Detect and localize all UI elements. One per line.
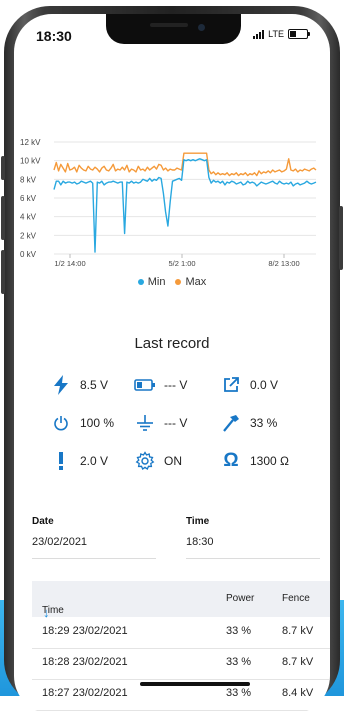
lightning-icon <box>50 374 72 396</box>
legend-item-max[interactable]: Max <box>175 276 206 288</box>
status-indicators: LTE <box>253 29 310 39</box>
camera <box>198 24 205 31</box>
row-power: 33 % <box>226 656 252 668</box>
stat-ground: --- V <box>134 412 187 434</box>
row-time: 18:28 23/02/2021 <box>42 656 128 668</box>
omega-icon: Ω <box>223 450 239 471</box>
stat-output-value: 0.0 V <box>250 378 279 392</box>
row-fence: 8.7 kV <box>282 625 314 637</box>
y-tick-label: 12 kV <box>20 138 41 147</box>
date-field[interactable]: 23/02/2021 <box>32 536 87 548</box>
stat-battery: --- V <box>134 374 187 396</box>
legend-min-dot <box>137 279 144 286</box>
stat-battery-value: --- V <box>164 378 188 392</box>
stat-fence-percent: 33 % <box>220 412 277 434</box>
y-tick-label: 8 kV <box>20 175 37 184</box>
battery-status-icon <box>288 29 310 39</box>
stat-power: 100 % <box>50 412 114 434</box>
stat-alarm-value: 2.0 V <box>80 454 109 468</box>
last-record-title: Last record <box>134 335 210 352</box>
exclamation-icon <box>50 450 72 472</box>
stat-fence-percent-value: 33 % <box>250 416 278 430</box>
stat-voltage: 8.5 V <box>50 374 108 396</box>
stat-settings: ON <box>134 450 182 472</box>
volume-down-button <box>1 250 5 294</box>
time-field[interactable]: 18:30 <box>186 536 214 548</box>
x-tick-label: 1/2 14:00 <box>54 259 85 268</box>
row-power: 33 % <box>226 687 252 699</box>
external-arrow-icon <box>220 374 242 396</box>
series-line-min <box>53 158 317 253</box>
x-tick-label: 8/2 13:00 <box>268 259 299 268</box>
network-label: LTE <box>268 29 284 39</box>
speaker <box>150 23 188 27</box>
x-tick-label: 5/2 1:00 <box>168 259 195 268</box>
row-fence: 8.7 kV <box>282 656 314 668</box>
side-button <box>339 206 343 270</box>
y-tick-label: 0 kV <box>20 250 37 259</box>
table-row[interactable]: 18:29 23/02/2021 33 % 8.7 kV <box>32 617 330 649</box>
row-fence: 8.4 kV <box>282 687 314 699</box>
legend-min-label: Min <box>147 276 166 288</box>
time-label: Time <box>186 516 210 527</box>
volume-up-button <box>1 196 5 240</box>
date-underline <box>32 558 156 559</box>
legend-max-dot <box>175 279 182 286</box>
status-time: 18:30 <box>36 28 72 44</box>
table-header: Time ↓ Power Fence <box>32 581 330 620</box>
notch <box>106 14 241 44</box>
mute-switch <box>1 156 5 180</box>
date-label: Date <box>32 516 54 527</box>
voltage-chart: 12 kV 10 kV 8 kV 6 kV 4 kV 2 kV 0 kV 1/2 14:00 5… <box>20 138 317 268</box>
stat-ground-value: --- V <box>164 416 188 430</box>
stat-power-value: 100 % <box>80 416 115 430</box>
phone-screen: 18:30 LTE 12 kV 10 kV 8 kV 6 kV 4 kV 2 kV 0 kV… <box>14 14 330 714</box>
y-tick-label: 4 kV <box>20 213 37 222</box>
stat-alarm: 2.0 V <box>50 450 108 472</box>
battery-icon <box>134 374 156 396</box>
y-tick-label: 10 kV <box>20 157 41 166</box>
y-tick-label: 2 kV <box>20 231 37 240</box>
stat-voltage-value: 8.5 V <box>80 378 109 392</box>
stat-resistance: Ω 1300 Ω <box>220 450 289 472</box>
chart-legend[interactable]: Min Max <box>14 276 330 288</box>
home-indicator[interactable] <box>140 682 250 686</box>
stat-output: 0.0 V <box>220 374 278 396</box>
column-fence-header[interactable]: Fence <box>282 593 310 604</box>
row-time: 18:27 23/02/2021 <box>42 687 128 699</box>
table-row[interactable]: 18:28 23/02/2021 33 % 8.7 kV <box>32 648 330 680</box>
stat-settings-value: ON <box>164 454 182 468</box>
row-power: 33 % <box>226 625 252 637</box>
legend-item-min[interactable]: Min <box>137 276 166 288</box>
legend-max-label: Max <box>185 276 207 288</box>
column-power-header[interactable]: Power <box>226 593 254 604</box>
stat-resistance-value: 1300 Ω <box>250 454 289 468</box>
signal-icon <box>253 29 265 39</box>
y-tick-label: 6 kV <box>20 194 37 203</box>
hammer-icon <box>220 412 242 434</box>
time-underline <box>186 558 320 559</box>
series-line-max <box>53 152 317 177</box>
gear-icon <box>134 450 156 472</box>
ground-icon <box>134 412 156 434</box>
row-time: 18:29 23/02/2021 <box>42 625 128 637</box>
power-icon <box>50 412 72 434</box>
